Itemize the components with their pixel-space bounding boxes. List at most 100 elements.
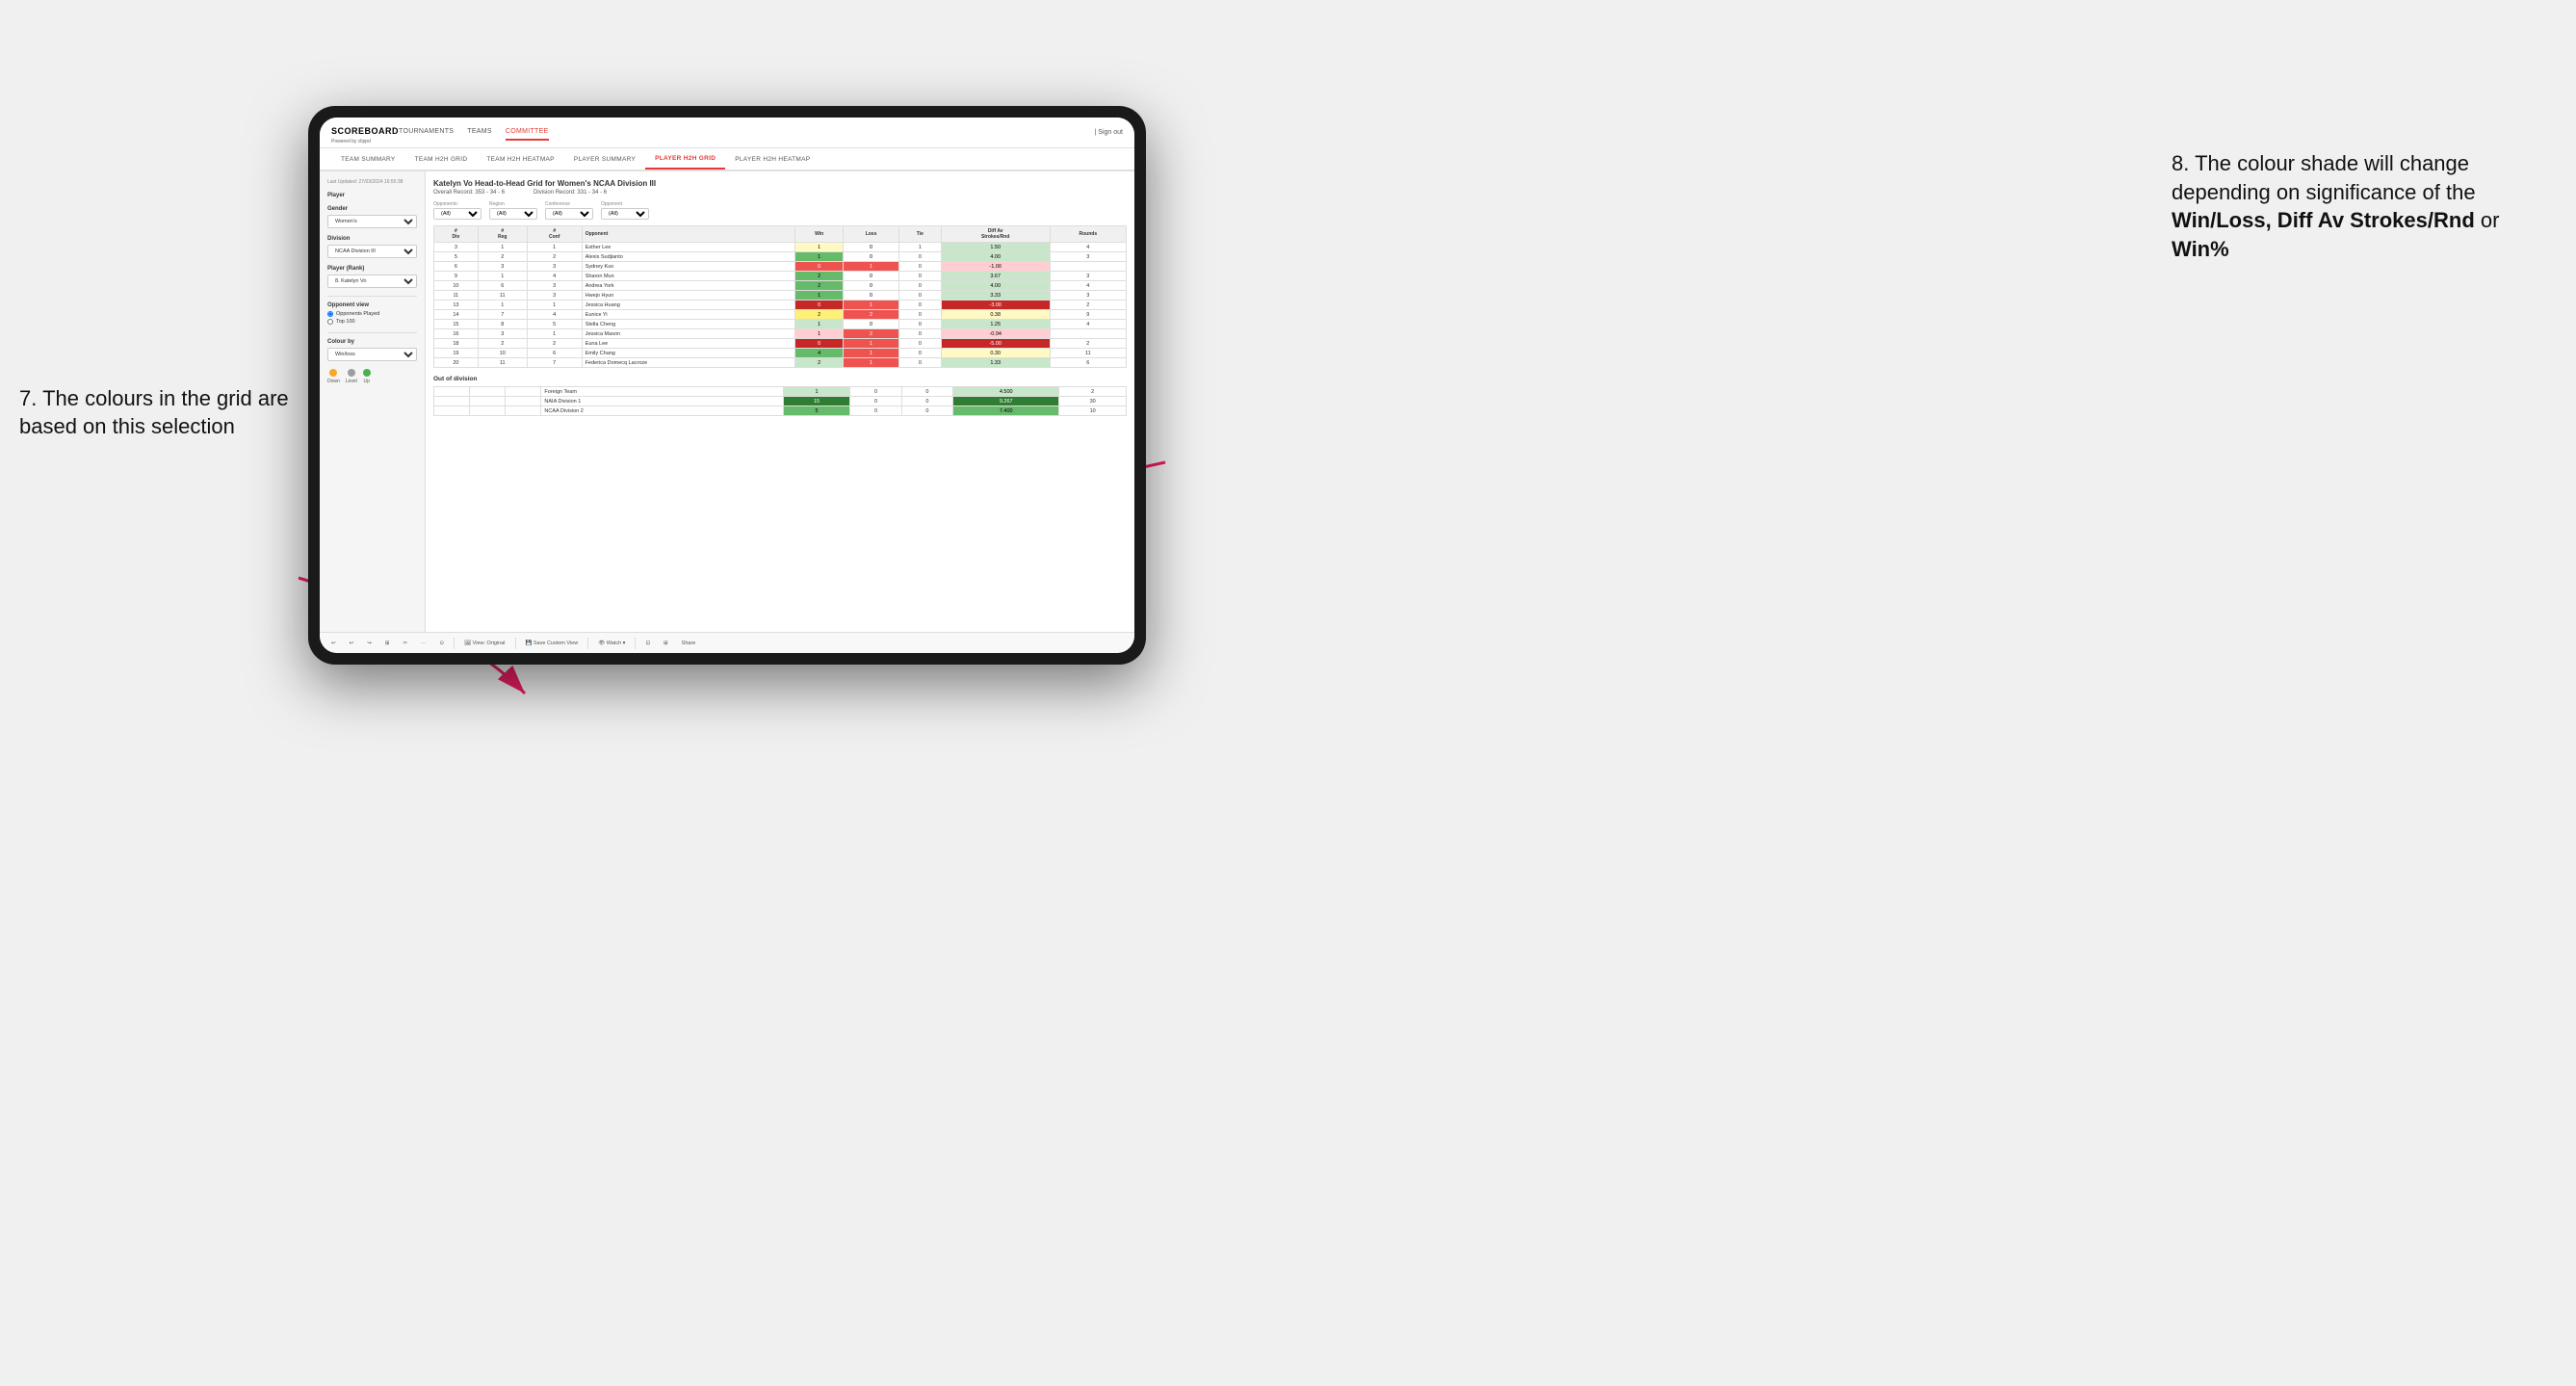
- tab-team-h2h-grid[interactable]: TEAM H2H GRID: [405, 148, 478, 170]
- cell-tie: 0: [898, 281, 941, 291]
- table-row: 5 2 2 Alexis Sudjianto 1 0 0 4.00 3: [434, 252, 1127, 262]
- conference-select[interactable]: (All): [545, 208, 593, 220]
- grid-subtitle: Overall Record: 353 - 34 - 6 Division Re…: [433, 190, 1127, 196]
- tab-player-h2h-grid[interactable]: PLAYER H2H GRID: [645, 148, 725, 170]
- player-rank-select[interactable]: 8. Katelyn Vo: [327, 275, 417, 288]
- cell-reg: 8: [478, 320, 527, 329]
- toolbar-redo[interactable]: ↪: [363, 639, 376, 648]
- cell-win: 1: [795, 329, 844, 339]
- cell-win: 1: [795, 252, 844, 262]
- cell-name: Emily Chang: [582, 349, 795, 358]
- cell-diff: -5.00: [941, 339, 1050, 349]
- cell-win: 0: [795, 301, 844, 310]
- cell-loss: 1: [844, 358, 899, 368]
- opponent-select[interactable]: (All): [601, 208, 649, 220]
- tab-team-summary[interactable]: TEAM SUMMARY: [331, 148, 405, 170]
- cell-div: 3: [434, 243, 479, 252]
- opponents-select[interactable]: (All): [433, 208, 481, 220]
- toolbar-share[interactable]: Share: [678, 639, 700, 648]
- toolbar-save-custom[interactable]: 💾 Save Custom View: [522, 639, 583, 648]
- cell-conf: 4: [527, 272, 582, 281]
- division-select[interactable]: NCAA Division III: [327, 245, 417, 258]
- cell-tie: 0: [898, 349, 941, 358]
- cell-conf: 2: [527, 252, 582, 262]
- cell-div: 16: [434, 329, 479, 339]
- cell-tie: 0: [898, 339, 941, 349]
- cell-tie: 0: [901, 397, 952, 406]
- cell-loss: 1: [844, 262, 899, 272]
- toolbar-grid[interactable]: ⊞: [381, 639, 394, 648]
- cell-name: Jessica Mason: [582, 329, 795, 339]
- tab-player-h2h-heatmap[interactable]: PLAYER H2H HEATMAP: [725, 148, 820, 170]
- legend-down: Down: [327, 369, 340, 384]
- cell-reg: 1: [478, 301, 527, 310]
- nav-teams[interactable]: TEAMS: [467, 124, 492, 141]
- cell-diff: -1.00: [941, 262, 1050, 272]
- colour-by-section: Colour by Win/loss: [327, 339, 417, 361]
- col-rounds: Rounds: [1050, 226, 1126, 243]
- cell-conf: 1: [527, 329, 582, 339]
- toolbar-btn5[interactable]: ⊡: [641, 639, 654, 648]
- tablet-screen: SCOREBOARD Powered by clippd TOURNAMENTS…: [320, 118, 1134, 653]
- cell-reg: 11: [478, 358, 527, 368]
- toolbar-undo[interactable]: ↩: [327, 639, 340, 648]
- cell-name: Stella Cheng: [582, 320, 795, 329]
- col-opponent: Opponent: [582, 226, 795, 243]
- toolbar-dot[interactable]: ···: [417, 639, 430, 648]
- toolbar-view-original[interactable]: 🖼 View: Original: [460, 639, 508, 648]
- radio-opponents-played[interactable]: Opponents Played: [327, 311, 417, 317]
- cell-div: 18: [434, 339, 479, 349]
- cell-win: 1: [795, 291, 844, 301]
- cell-rounds: 2: [1050, 301, 1126, 310]
- out-division-row: NCAA Division 2 5 0 0 7.400 10: [434, 406, 1127, 416]
- sidebar-gender-section: Gender Women's: [327, 206, 417, 228]
- col-reg: #Reg: [478, 226, 527, 243]
- legend-down-dot: [329, 369, 337, 377]
- filter-opponent: Opponent (All): [601, 201, 649, 220]
- col-diff: Diff AvStrokes/Rnd: [941, 226, 1050, 243]
- filter-conference: Conference (All): [545, 201, 593, 220]
- cell-diff: 1.25: [941, 320, 1050, 329]
- region-select[interactable]: (All): [489, 208, 537, 220]
- cell-tie: 0: [901, 387, 952, 397]
- cell-div: [434, 406, 470, 416]
- cell-tie: 0: [898, 320, 941, 329]
- annotation-left: 7. The colours in the grid are based on …: [19, 385, 308, 440]
- tablet-device: SCOREBOARD Powered by clippd TOURNAMENTS…: [308, 106, 1146, 665]
- nav-tournaments[interactable]: TOURNAMENTS: [399, 124, 454, 141]
- toolbar-undo2[interactable]: ↩: [346, 639, 358, 648]
- cell-tie: 0: [898, 310, 941, 320]
- colour-by-select[interactable]: Win/loss: [327, 348, 417, 361]
- table-row: 19 10 6 Emily Chang 4 1 0 0.30 11: [434, 349, 1127, 358]
- cell-div: [434, 387, 470, 397]
- cell-diff: 3.33: [941, 291, 1050, 301]
- cell-win: 2: [795, 281, 844, 291]
- tab-bar: TEAM SUMMARY TEAM H2H GRID TEAM H2H HEAT…: [320, 148, 1134, 171]
- cell-win: 2: [795, 272, 844, 281]
- radio-top100[interactable]: Top 100: [327, 319, 417, 325]
- gender-select[interactable]: Women's: [327, 215, 417, 228]
- cell-div: [434, 397, 470, 406]
- cell-win: 0: [795, 262, 844, 272]
- cell-loss: 0: [844, 252, 899, 262]
- tab-team-h2h-heatmap[interactable]: TEAM H2H HEATMAP: [477, 148, 563, 170]
- cell-reg: 3: [478, 262, 527, 272]
- nav-sign-out[interactable]: | Sign out: [1095, 129, 1123, 136]
- cell-win: 2: [795, 358, 844, 368]
- toolbar-clock[interactable]: ⊙: [436, 639, 449, 648]
- cell-conf: 3: [527, 281, 582, 291]
- legend-level-dot: [348, 369, 355, 377]
- cell-reg: 6: [478, 281, 527, 291]
- toolbar-watch[interactable]: 👁 Watch ▾: [594, 639, 629, 648]
- cell-name: Jessica Huang: [582, 301, 795, 310]
- toolbar-cut[interactable]: ✂: [399, 639, 411, 648]
- cell-div: 13: [434, 301, 479, 310]
- tab-player-summary[interactable]: PLAYER SUMMARY: [564, 148, 645, 170]
- toolbar-btn6[interactable]: ⊞: [660, 639, 672, 648]
- cell-name: Foreign Team: [541, 387, 783, 397]
- nav-committee[interactable]: COMMITTEE: [506, 124, 549, 141]
- toolbar-sep4: [635, 638, 636, 649]
- cell-reg: 11: [478, 291, 527, 301]
- cell-reg: [470, 397, 506, 406]
- cell-tie: 1: [898, 243, 941, 252]
